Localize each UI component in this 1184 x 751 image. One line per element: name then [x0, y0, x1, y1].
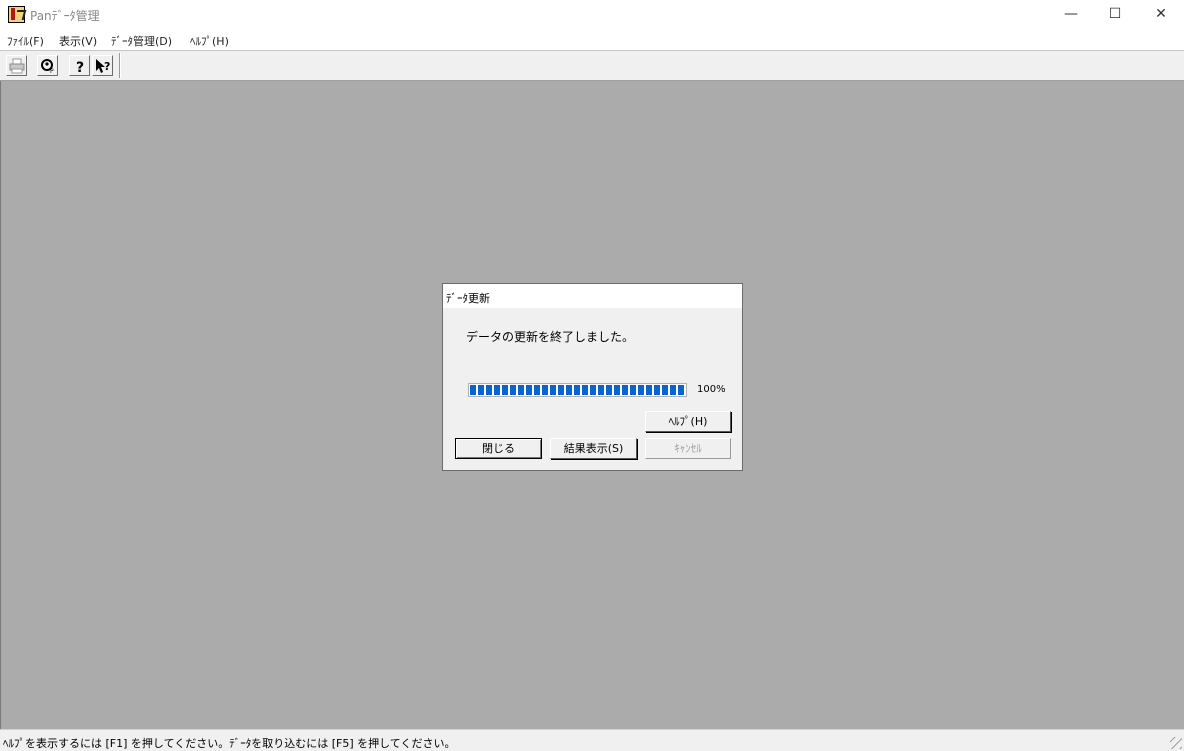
toolbar-separator [119, 53, 121, 78]
close-button[interactable]: 閉じる [455, 438, 542, 459]
print-button[interactable] [6, 55, 27, 76]
progress-fill [470, 385, 685, 395]
dialog-message: データの更新を終了しました。 [466, 330, 635, 344]
dialog-title: ﾃﾞｰﾀ更新 [446, 292, 490, 305]
resize-grip[interactable] [1170, 737, 1182, 749]
menu-view[interactable]: 表示(V) [59, 33, 97, 49]
context-help-button[interactable]: ? [92, 55, 113, 76]
show-results-button[interactable]: 結果表示(S) [550, 438, 637, 459]
context-help-icon: ? [96, 59, 110, 73]
status-text: ﾍﾙﾌﾟを表示するには [F1] を押してください。ﾃﾞｰﾀを取り込むには [F… [3, 737, 456, 750]
printer-icon [9, 58, 25, 74]
svg-text:?: ? [76, 60, 84, 74]
menu-bar: ﾌｧｲﾙ(F) 表示(V) ﾃﾞｰﾀ管理(D) ﾍﾙﾌﾟ(H) [0, 30, 1184, 51]
status-bar: ﾍﾙﾌﾟを表示するには [F1] を押してください。ﾃﾞｰﾀを取り込むには [F… [0, 729, 1184, 751]
dialog-title-bar: ﾃﾞｰﾀ更新 [443, 284, 742, 308]
help-button[interactable]: ? [69, 55, 90, 76]
menu-help[interactable]: ﾍﾙﾌﾟ(H) [190, 33, 229, 49]
progress-percent: 100% [697, 384, 726, 395]
title-bar: Panﾃﾞｰﾀ管理 — ☐ ✕ [0, 0, 1184, 30]
user-settings-button[interactable]: P [37, 55, 58, 76]
menu-data-management[interactable]: ﾃﾞｰﾀ管理(D) [111, 33, 172, 49]
maximize-button[interactable]: ☐ [1092, 0, 1138, 30]
svg-text:?: ? [104, 60, 110, 73]
help-dialog-button[interactable]: ﾍﾙﾌﾟ(H) [645, 411, 731, 432]
toolbar: P ? ? [0, 51, 1184, 81]
close-window-button[interactable]: ✕ [1138, 0, 1184, 30]
minimize-button[interactable]: — [1048, 0, 1094, 30]
app-icon[interactable] [8, 6, 25, 23]
cancel-button: ｷｬﾝｾﾙ [645, 438, 731, 459]
progress-bar [468, 383, 687, 397]
menu-file[interactable]: ﾌｧｲﾙ(F) [7, 33, 44, 49]
svg-text:P: P [50, 68, 54, 74]
window-title: Panﾃﾞｰﾀ管理 [30, 9, 100, 23]
user-settings-icon: P [41, 59, 54, 74]
help-icon: ? [76, 60, 84, 74]
data-update-dialog: ﾃﾞｰﾀ更新 データの更新を終了しました。 100% ﾍﾙﾌﾟ(H) 閉じる 結… [442, 283, 743, 471]
